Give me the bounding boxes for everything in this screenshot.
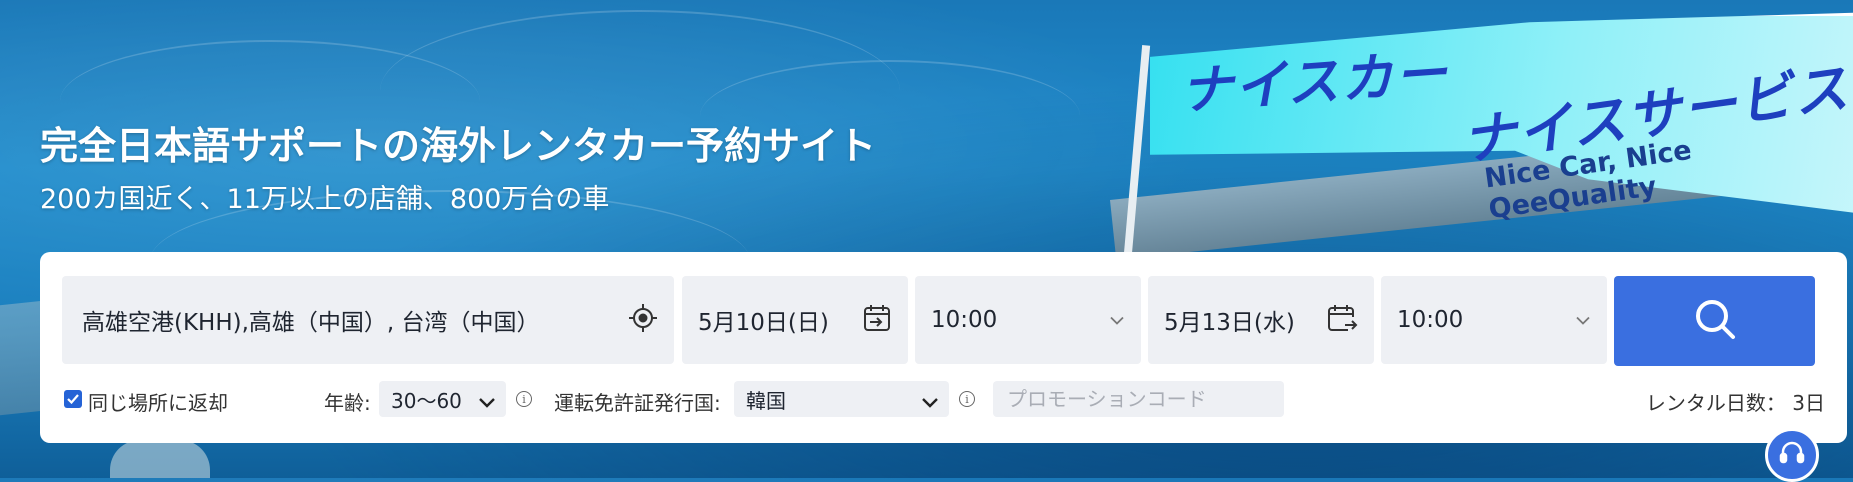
- chevron-down-icon: [478, 390, 496, 414]
- dropoff-time-value: 10:00: [1397, 307, 1464, 333]
- license-country-label: 運転免許証発行国:: [554, 391, 721, 415]
- pickup-location-field[interactable]: 高雄空港(KHH),高雄（中国）, 台湾（中国）: [62, 276, 674, 364]
- dropoff-date-value: 5月13日(水): [1164, 310, 1295, 336]
- search-card: 高雄空港(KHH),高雄（中国）, 台湾（中国） 5月10日(日) 10:00 …: [40, 252, 1847, 443]
- same-location-checkbox[interactable]: [64, 390, 82, 408]
- dropoff-date-field[interactable]: 5月13日(水): [1148, 276, 1374, 364]
- page-title: 完全日本語サポートの海外レンタカー予約サイト: [40, 124, 877, 168]
- same-location-label[interactable]: 同じ場所に返却: [88, 387, 228, 416]
- age-value: 30〜60: [391, 388, 462, 413]
- dropoff-time-select[interactable]: 10:00: [1381, 276, 1607, 364]
- promo-code-input[interactable]: [993, 381, 1284, 417]
- age-select[interactable]: 30〜60: [379, 381, 506, 417]
- calendar-out-icon: [1326, 303, 1358, 337]
- pickup-time-select[interactable]: 10:00: [915, 276, 1141, 364]
- search-icon: [1693, 297, 1737, 345]
- calendar-in-icon: [862, 303, 892, 337]
- license-country-select[interactable]: 韓国: [734, 381, 949, 417]
- crosshair-icon[interactable]: [628, 303, 658, 337]
- page-subtitle: 200カ国近く、11万以上の店舗、800万台の車: [40, 184, 610, 215]
- info-icon[interactable]: i: [959, 391, 975, 407]
- pickup-location-value: 高雄空港(KHH),高雄（中国）, 台湾（中国）: [82, 310, 540, 336]
- search-options-row: 同じ場所に返却 年齢: 30〜60 i 運転免許証発行国: 韓国 i レンタル日…: [40, 378, 1847, 418]
- chevron-down-icon: [921, 390, 939, 414]
- pickup-date-field[interactable]: 5月10日(日): [682, 276, 908, 364]
- pickup-date-value: 5月10日(日): [698, 310, 829, 336]
- license-country-value: 韓国: [746, 388, 786, 413]
- rental-days-text: レンタル日数： 3日: [1645, 391, 1825, 415]
- chevron-down-icon: [1575, 311, 1591, 330]
- car-decoration: [110, 440, 210, 478]
- chevron-down-icon: [1109, 311, 1125, 330]
- info-icon[interactable]: i: [516, 391, 532, 407]
- search-button[interactable]: [1614, 276, 1815, 366]
- support-chat-button[interactable]: [1765, 428, 1819, 482]
- pickup-time-value: 10:00: [931, 307, 998, 333]
- headset-icon: [1778, 439, 1806, 471]
- age-label: 年齢:: [324, 391, 371, 415]
